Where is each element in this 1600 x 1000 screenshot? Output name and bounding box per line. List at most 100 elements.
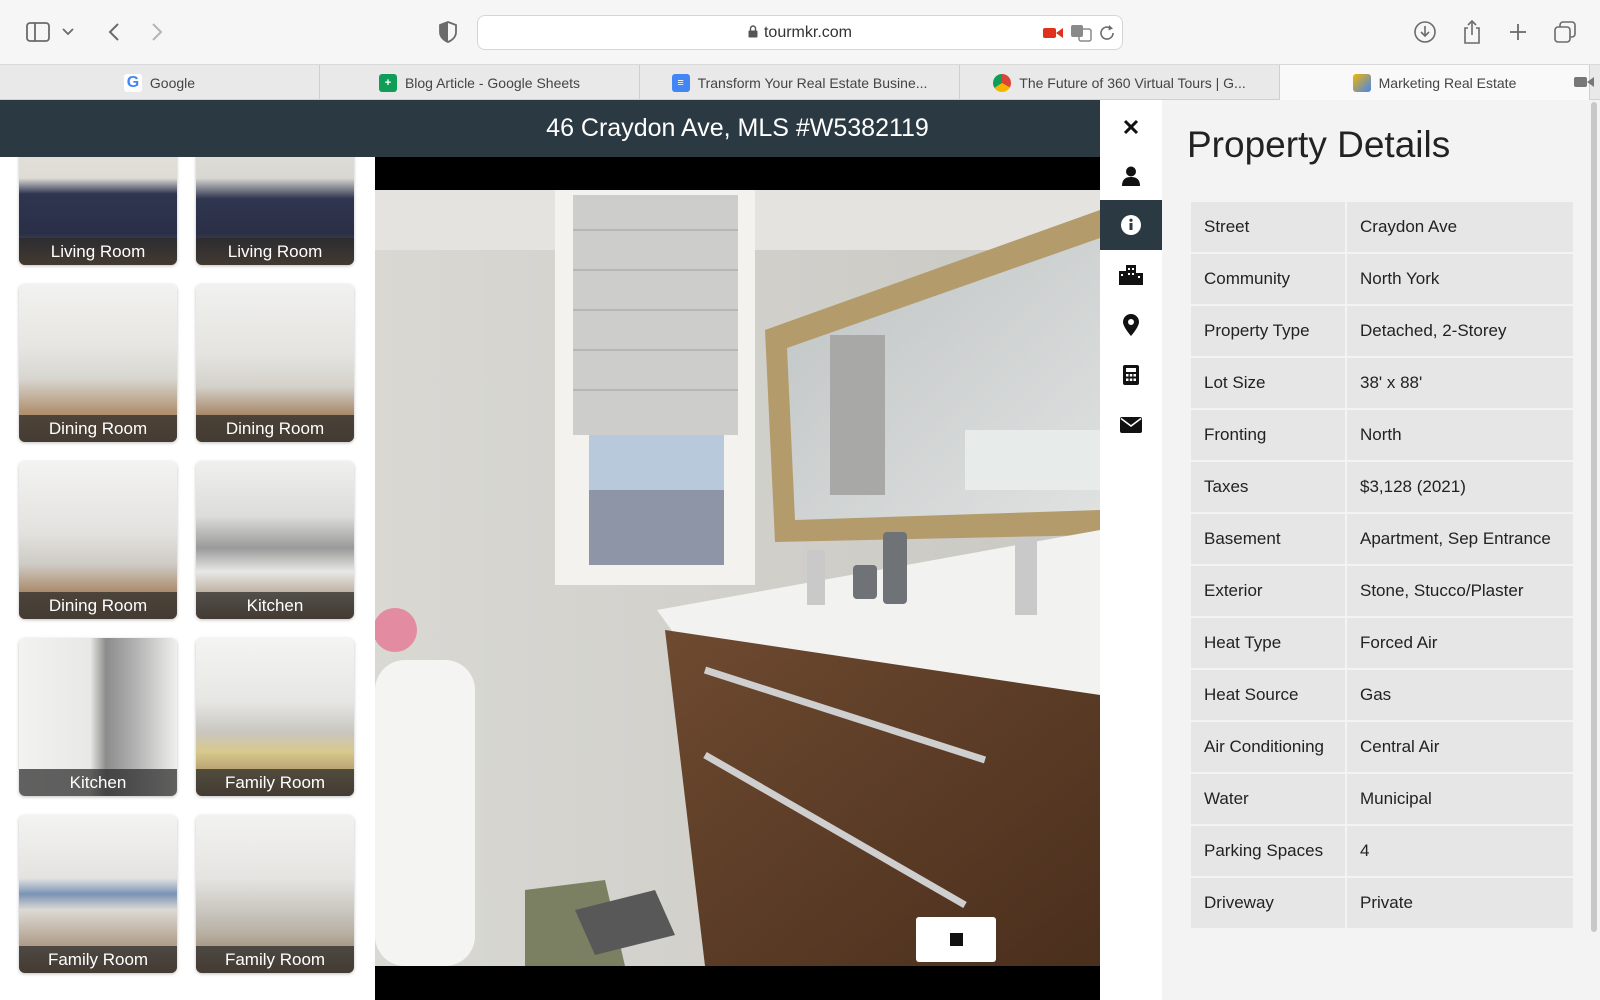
stop-icon: [950, 933, 963, 946]
table-row: Basement Apartment, Sep Entrance: [1191, 514, 1573, 564]
thumbnail-label: Living Room: [19, 238, 177, 265]
back-icon[interactable]: [102, 20, 126, 44]
detail-value: $3,128 (2021): [1347, 462, 1573, 512]
table-row: Water Municipal: [1191, 774, 1573, 824]
thumbnail-family-room[interactable]: Family Room: [19, 815, 177, 973]
thumbnail-label: Family Room: [19, 946, 177, 973]
new-tab-icon[interactable]: [1506, 20, 1530, 44]
tab-label: Google: [149, 74, 196, 91]
thumbnail-dining-room[interactable]: Dining Room: [196, 284, 354, 442]
docs-icon: ≡: [671, 73, 690, 92]
thumbnail-family-room[interactable]: Family Room: [196, 815, 354, 973]
detail-key: Water: [1191, 774, 1345, 824]
listing-header: 46 Craydon Ave, MLS #W5382119: [0, 100, 1100, 157]
info-icon[interactable]: [1100, 200, 1162, 250]
photo-viewer[interactable]: [375, 157, 1100, 1000]
detail-key: Driveway: [1191, 878, 1345, 928]
table-row: Air Conditioning Central Air: [1191, 722, 1573, 772]
camera-icon[interactable]: [1043, 26, 1063, 45]
property-details-table: Street Craydon Ave Community North York Pr…: [1189, 200, 1575, 930]
chevron-down-icon[interactable]: [60, 20, 76, 44]
panel-icon-bar: [1100, 100, 1162, 1000]
envelope-icon[interactable]: [1100, 400, 1162, 450]
table-row: Taxes $3,128 (2021): [1191, 462, 1573, 512]
thumbnail-label: Dining Room: [19, 592, 177, 619]
detail-key: Street: [1191, 202, 1345, 252]
lock-icon: [748, 25, 758, 43]
tab-sheets[interactable]: + Blog Article - Google Sheets: [320, 65, 640, 100]
detail-value: Stone, Stucco/Plaster: [1347, 566, 1573, 616]
listing-title: 46 Craydon Ave, MLS #W5382119: [546, 114, 929, 142]
detail-value: North: [1347, 410, 1573, 460]
forward-icon[interactable]: [145, 20, 169, 44]
detail-key: Heat Source: [1191, 670, 1345, 720]
calculator-icon[interactable]: [1100, 350, 1162, 400]
map-pin-icon[interactable]: [1100, 300, 1162, 350]
address-bar[interactable]: tourmkr.com: [477, 15, 1123, 50]
google-icon: G: [123, 73, 142, 92]
reload-icon[interactable]: [1098, 24, 1116, 47]
download-icon[interactable]: [1413, 20, 1437, 44]
thumbnail-living-room[interactable]: Living Room: [196, 157, 354, 265]
stop-slideshow-button[interactable]: [916, 917, 996, 962]
detail-value: Detached, 2-Storey: [1347, 306, 1573, 356]
thumbnail-label: Family Room: [196, 946, 354, 973]
chrome-icon: [993, 73, 1012, 92]
table-row: Community North York: [1191, 254, 1573, 304]
bathroom-photo: [375, 190, 1100, 966]
detail-key: Basement: [1191, 514, 1345, 564]
building-icon[interactable]: [1100, 250, 1162, 300]
detail-key: Taxes: [1191, 462, 1345, 512]
tab-docs[interactable]: ≡ Transform Your Real Estate Busine...: [640, 65, 960, 100]
detail-value: Municipal: [1347, 774, 1573, 824]
table-row: Fronting North: [1191, 410, 1573, 460]
tab-virtual-tours[interactable]: The Future of 360 Virtual Tours | G...: [960, 65, 1280, 100]
detail-key: Lot Size: [1191, 358, 1345, 408]
camera-icon[interactable]: [1574, 75, 1594, 94]
tab-label: Blog Article - Google Sheets: [404, 74, 581, 91]
detail-value: 38' x 88': [1347, 358, 1573, 408]
thumbnail-family-room[interactable]: Family Room: [196, 638, 354, 796]
thumbnail-label: Kitchen: [19, 769, 177, 796]
tab-google[interactable]: G Google: [0, 65, 320, 100]
thumbnail-living-room[interactable]: Living Room: [19, 157, 177, 265]
person-icon[interactable]: [1100, 151, 1162, 201]
close-icon[interactable]: [1100, 102, 1162, 152]
tab-strip: G Google + Blog Article - Google Sheets …: [0, 65, 1600, 100]
thumbnail-label: Living Room: [196, 238, 354, 265]
browser-toolbar: tourmkr.com: [0, 0, 1600, 65]
thumbnail-label: Family Room: [196, 769, 354, 796]
panel-heading: Property Details: [1187, 124, 1451, 165]
detail-value: Apartment, Sep Entrance: [1347, 514, 1573, 564]
sidebar-toggle-icon[interactable]: [26, 20, 50, 44]
detail-value: 4: [1347, 826, 1573, 876]
translate-icon[interactable]: [1070, 24, 1092, 47]
shield-icon[interactable]: [436, 20, 460, 44]
detail-value: Gas: [1347, 670, 1573, 720]
detail-key: Community: [1191, 254, 1345, 304]
thumbnail-kitchen[interactable]: Kitchen: [19, 638, 177, 796]
detail-key: Heat Type: [1191, 618, 1345, 668]
tab-label: The Future of 360 Virtual Tours | G...: [1019, 74, 1246, 91]
photo-thumbnail-list[interactable]: Living Room Living Room Dining Room Dini…: [0, 157, 375, 1000]
tab-overview-icon[interactable]: [1553, 20, 1577, 44]
thumbnail-dining-room[interactable]: Dining Room: [19, 284, 177, 442]
table-row: Driveway Private: [1191, 878, 1573, 928]
thumbnail-kitchen[interactable]: Kitchen: [196, 461, 354, 619]
tab-label: Marketing Real Estate: [1378, 74, 1517, 91]
detail-key: Property Type: [1191, 306, 1345, 356]
panel-scrollbar[interactable]: [1591, 102, 1597, 932]
table-row: Lot Size 38' x 88': [1191, 358, 1573, 408]
table-row: Parking Spaces 4: [1191, 826, 1573, 876]
sheets-icon: +: [378, 73, 397, 92]
share-icon[interactable]: [1460, 20, 1484, 44]
detail-value: Forced Air: [1347, 618, 1573, 668]
detail-value: Central Air: [1347, 722, 1573, 772]
thumbnail-label: Dining Room: [19, 415, 177, 442]
table-row: Property Type Detached, 2-Storey: [1191, 306, 1573, 356]
tab-marketing-real-estate[interactable]: Marketing Real Estate: [1280, 65, 1590, 100]
table-row: Heat Type Forced Air: [1191, 618, 1573, 668]
thumbnail-dining-room[interactable]: Dining Room: [19, 461, 177, 619]
thumbnail-label: Dining Room: [196, 415, 354, 442]
table-row: Heat Source Gas: [1191, 670, 1573, 720]
